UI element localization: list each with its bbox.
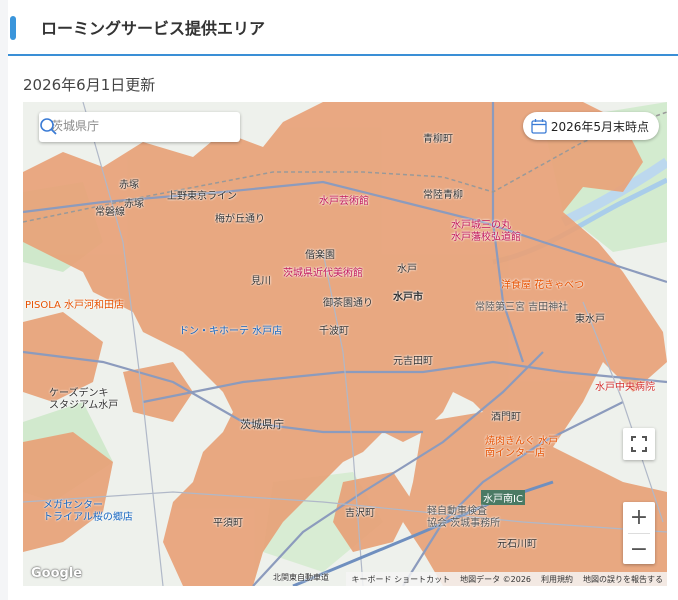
poi-ks-denki[interactable]: ケーズデンキ スタジアム水戸: [49, 388, 118, 412]
label-umegaoka: 梅が丘通り: [215, 214, 265, 225]
label-mikawa: 見川: [251, 276, 271, 287]
poi-yakiniku[interactable]: 焼肉きんぐ 水戸 南インター店: [485, 436, 558, 460]
poi-mito-castle-line2: 水戸藩校弘道館: [451, 232, 521, 243]
fullscreen-button[interactable]: [623, 428, 655, 460]
poi-mega-center[interactable]: メガセンター トライアル桜の郷店: [43, 500, 133, 524]
label-ueno-tokyo-line: 上野東京ライン: [167, 191, 237, 202]
poi-mito-castle-line1: 水戸城三の丸: [451, 220, 511, 231]
label-higashi-mito: 東水戸: [575, 314, 605, 325]
header-accent-bar: [10, 16, 16, 40]
updated-date: 2026年6月1日更新: [23, 76, 156, 94]
label-mito-city: 水戸市: [393, 292, 423, 303]
poi-mito-art[interactable]: 水戸芸術館: [319, 192, 369, 207]
map-data-text: 地図データ ©2026: [460, 574, 531, 584]
label-senba: 千波町: [319, 326, 349, 337]
label-yoshizawa: 吉沢町: [345, 508, 375, 519]
poi-yakiniku-line2: 南インター店: [485, 448, 545, 459]
page-frame: ローミングサービス提供エリア 2026年6月1日更新 赤塚 常磐線 赤塚 上野東…: [8, 0, 678, 600]
zoom-out-button[interactable]: −: [623, 534, 655, 565]
poi-ks-denki-line2: スタジアム水戸: [49, 400, 119, 411]
map-search-box: [39, 112, 240, 142]
poi-youshoku[interactable]: 洋食屋 花きゃべつ: [501, 276, 584, 291]
label-aoyagi: 青柳町: [423, 134, 453, 145]
search-input[interactable]: [49, 118, 213, 134]
fullscreen-icon: [631, 436, 647, 452]
label-joban-line: 常磐線: [95, 207, 125, 218]
label-sakado: 酒門町: [491, 412, 521, 423]
date-chip: 2026年5月末時点: [522, 112, 659, 140]
poi-mito-castle[interactable]: 水戸城三の丸 水戸藩校弘道館: [451, 220, 521, 244]
label-kitakanto-exp: 北関東自動車道: [273, 573, 329, 582]
poi-mega-center-line2: トライアル桜の郷店: [43, 512, 133, 523]
poi-keijidosha[interactable]: 軽自動車検査 協会 茨城事務所: [427, 506, 500, 530]
label-mito-minami-ic: 水戸南IC: [481, 490, 525, 505]
label-hitachi-aoyagi: 常陸青柳: [423, 190, 463, 201]
poi-pisola[interactable]: PISOLA 水戸河和田店: [25, 296, 124, 311]
page-title: ローミングサービス提供エリア: [41, 19, 266, 38]
report-error-link[interactable]: 地図の誤りを報告する: [583, 574, 663, 585]
poi-keijidosha-line2: 協会 茨城事務所: [427, 518, 501, 529]
zoom-control: + −: [623, 502, 655, 564]
poi-yoshida-shrine[interactable]: 常陸第三宮 吉田神社: [475, 298, 568, 313]
keyboard-shortcuts-link[interactable]: キーボード ショートカット: [352, 574, 451, 585]
zoom-in-button[interactable]: +: [623, 502, 655, 533]
map-attribution: キーボード ショートカット 地図データ ©2026 利用規約 地図の誤りを報告す…: [345, 572, 667, 586]
poi-mega-center-line1: メガセンター: [43, 500, 103, 511]
label-kairakuen: 偕楽園: [305, 250, 335, 261]
poi-yakiniku-line1: 焼肉きんぐ 水戸: [485, 436, 559, 447]
label-akatsuka-st: 赤塚: [124, 199, 144, 210]
coverage-map[interactable]: 赤塚 常磐線 赤塚 上野東京ライン 梅が丘通り 見川 偕楽園 御茶園通り 青柳町…: [23, 102, 667, 586]
label-hirasu: 平須町: [213, 518, 243, 529]
poi-keijidosha-line1: 軽自動車検査: [427, 506, 487, 517]
calendar-icon: [531, 119, 547, 134]
label-motoyoshida: 元吉田町: [393, 356, 433, 367]
poi-ks-denki-line1: ケーズデンキ: [49, 388, 109, 399]
section-header: ローミングサービス提供エリア: [8, 0, 678, 56]
label-motoishikawa: 元石川町: [497, 539, 537, 550]
search-icon[interactable]: [39, 117, 59, 137]
label-mito-chuo: 御茶園通り: [323, 298, 373, 309]
poi-mito-hospital[interactable]: 水戸中央病院: [595, 378, 655, 393]
date-chip-label: 2026年5月末時点: [550, 119, 649, 134]
poi-ibaraki-museum[interactable]: 茨城県近代美術館: [283, 264, 363, 279]
label-pref-office: 茨城県庁: [240, 418, 284, 431]
google-logo[interactable]: Google: [31, 566, 82, 581]
label-akatsuka: 赤塚: [119, 180, 139, 191]
label-mito-station: 水戸: [397, 264, 417, 275]
poi-donki[interactable]: ドン・キホーテ 水戸店: [179, 322, 282, 337]
terms-link[interactable]: 利用規約: [541, 574, 573, 585]
